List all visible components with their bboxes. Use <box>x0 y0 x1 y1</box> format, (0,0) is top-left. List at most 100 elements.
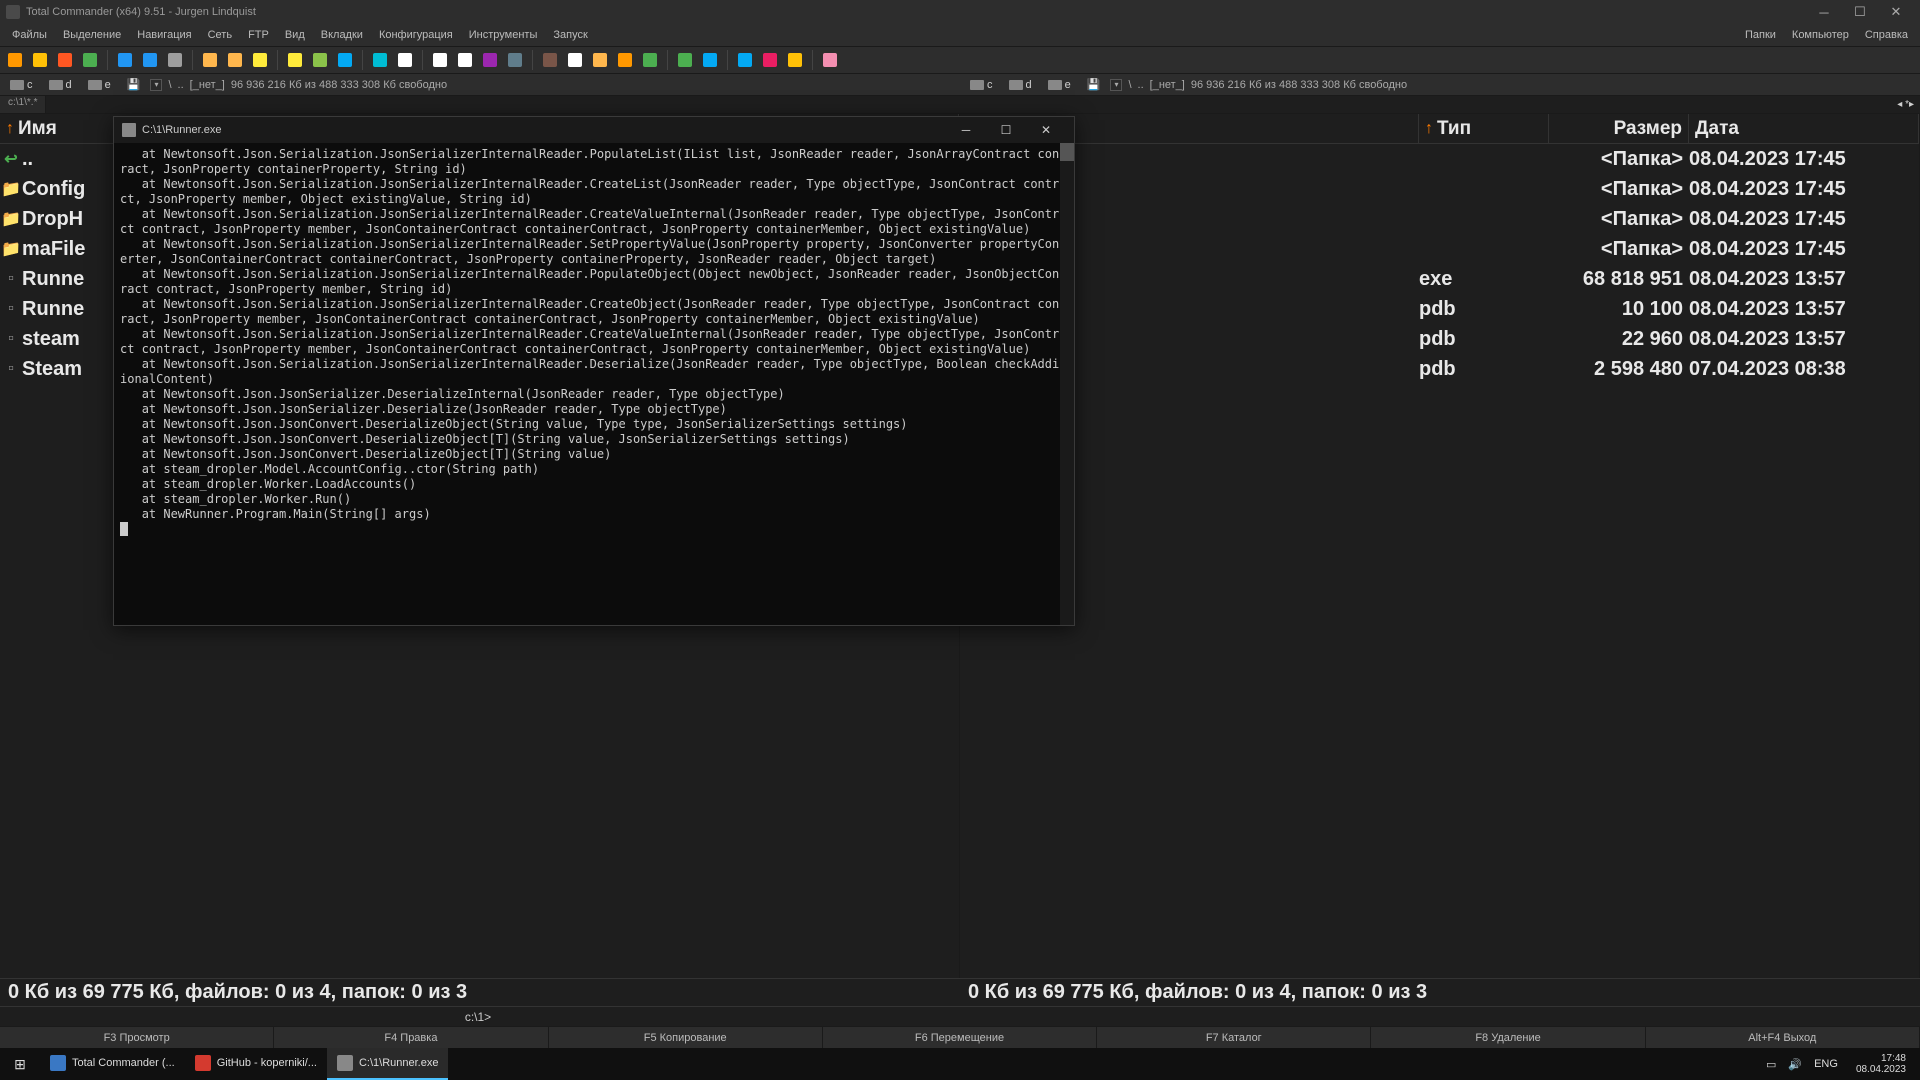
drive-dropdown[interactable]: ▾ <box>1110 79 1122 91</box>
menu-Инструменты[interactable]: Инструменты <box>461 27 546 43</box>
tab-controls[interactable]: ◂ *▸ <box>1891 96 1920 113</box>
status-bar: 0 Кб из 69 775 Кб, файлов: 0 из 4, папок… <box>0 978 1920 1006</box>
scrollbar-thumb[interactable] <box>1060 143 1074 161</box>
fkey[interactable]: Alt+F4 Выход <box>1646 1027 1920 1048</box>
green1-icon[interactable] <box>639 49 661 71</box>
drive-e[interactable]: e <box>1042 78 1077 92</box>
console-icon <box>122 123 136 137</box>
sun2-icon[interactable] <box>29 49 51 71</box>
function-keys: F3 ПросмотрF4 ПравкаF5 КопированиеF6 Пер… <box>0 1026 1920 1048</box>
refresh-icon[interactable] <box>79 49 101 71</box>
drive-d[interactable]: d <box>43 78 78 92</box>
fkey[interactable]: F5 Копирование <box>549 1027 823 1048</box>
taskbar-app[interactable]: GitHub - koperniki/... <box>185 1048 327 1080</box>
back-icon[interactable] <box>114 49 136 71</box>
file-row[interactable]: 📁<Папка>08.04.2023 17:45 <box>960 174 1919 204</box>
menu-FTP[interactable]: FTP <box>240 27 277 43</box>
col-type[interactable]: ↑Тип <box>1419 114 1549 143</box>
star1-icon[interactable] <box>249 49 271 71</box>
custom-icon[interactable] <box>759 49 781 71</box>
menu-Сеть[interactable]: Сеть <box>200 27 240 43</box>
console-close-button[interactable]: ✕ <box>1026 117 1066 143</box>
drive-d[interactable]: d <box>1003 78 1038 92</box>
file-row[interactable]: ▫lroplerpdb22 96008.04.2023 13:57 <box>960 324 1919 354</box>
col-size[interactable]: Размер <box>1549 114 1689 143</box>
file-row[interactable]: ▫exe68 818 95108.04.2023 13:57 <box>960 264 1919 294</box>
win2-icon[interactable] <box>734 49 756 71</box>
console-scrollbar[interactable] <box>1060 143 1074 625</box>
green2-icon[interactable] <box>674 49 696 71</box>
copy-icon[interactable] <box>199 49 221 71</box>
page-icon[interactable] <box>564 49 586 71</box>
drive-c[interactable]: c <box>4 78 39 92</box>
taskbar-app[interactable]: Total Commander (... <box>40 1048 185 1080</box>
tray-lang[interactable]: ENG <box>1814 1058 1838 1070</box>
sun3-icon[interactable] <box>54 49 76 71</box>
cmd-input[interactable] <box>495 1010 1455 1024</box>
menu-Запуск[interactable]: Запуск <box>545 27 595 43</box>
file-row[interactable]: 📁story<Папка>08.04.2023 17:45 <box>960 204 1919 234</box>
sun1-icon[interactable] <box>4 49 26 71</box>
drive-e[interactable]: e <box>82 78 117 92</box>
menu-Выделение[interactable]: Выделение <box>55 27 129 43</box>
drive-dropdown[interactable]: ▾ <box>150 79 162 91</box>
edge-icon[interactable] <box>369 49 391 71</box>
tray-clock[interactable]: 17:48 08.04.2023 <box>1850 1053 1912 1075</box>
doc1-icon[interactable] <box>394 49 416 71</box>
console-body[interactable]: at Newtonsoft.Json.Serialization.JsonSer… <box>114 143 1074 625</box>
ie-icon[interactable] <box>334 49 356 71</box>
file-row[interactable]: 📁<Папка>08.04.2023 17:45 <box>960 234 1919 264</box>
console-maximize-button[interactable]: ☐ <box>986 117 1026 143</box>
fkey[interactable]: F3 Просмотр <box>0 1027 274 1048</box>
tab-left[interactable]: c:\1\*.* <box>0 96 46 113</box>
right-filelist[interactable]: ↩<Папка>08.04.2023 17:45📁<Папка>08.04.20… <box>960 144 1919 978</box>
hand-icon[interactable] <box>784 49 806 71</box>
console-minimize-button[interactable]: ─ <box>946 117 986 143</box>
pencil-icon[interactable] <box>819 49 841 71</box>
run-icon[interactable] <box>309 49 331 71</box>
tray-indicator-icon[interactable]: ▭ <box>1766 1058 1776 1071</box>
taskbar-app[interactable]: C:\1\Runner.exe <box>327 1048 449 1080</box>
box-icon[interactable] <box>539 49 561 71</box>
console-cursor <box>120 522 128 536</box>
command-line: c:\1> <box>0 1006 1920 1026</box>
tray-volume-icon[interactable]: 🔊 <box>1788 1058 1802 1071</box>
menu-Справка[interactable]: Справка <box>1857 27 1916 43</box>
drive-root-icon[interactable]: 💾 <box>1087 78 1101 91</box>
menu-Вкладки[interactable]: Вкладки <box>313 27 371 43</box>
menu-Компьютер[interactable]: Компьютер <box>1784 27 1857 43</box>
col-date[interactable]: Дата <box>1689 114 1919 143</box>
maximize-button[interactable]: ☐ <box>1842 0 1878 24</box>
file-row[interactable]: ↩<Папка>08.04.2023 17:45 <box>960 144 1919 174</box>
forward-icon[interactable] <box>139 49 161 71</box>
file-row[interactable]: ▫it2pdb2 598 48007.04.2023 08:38 <box>960 354 1919 384</box>
drive-root-icon[interactable]: 💾 <box>127 78 141 91</box>
fkey[interactable]: F8 Удаление <box>1371 1027 1645 1048</box>
fkey[interactable]: F6 Перемещение <box>823 1027 1097 1048</box>
menu-Конфигурация[interactable]: Конфигурация <box>371 27 461 43</box>
menu-Файлы[interactable]: Файлы <box>4 27 55 43</box>
fkey[interactable]: F7 Каталог <box>1097 1027 1371 1048</box>
start-button[interactable]: ⊞ <box>0 1048 40 1080</box>
status-left: 0 Кб из 69 775 Кб, файлов: 0 из 4, папок… <box>0 979 960 1006</box>
star2-icon[interactable] <box>284 49 306 71</box>
menu-Папки[interactable]: Папки <box>1737 27 1784 43</box>
layers-icon[interactable] <box>614 49 636 71</box>
close-button[interactable]: ✕ <box>1878 0 1914 24</box>
doc2-icon[interactable] <box>429 49 451 71</box>
fkey[interactable]: F4 Правка <box>274 1027 548 1048</box>
search-icon[interactable] <box>164 49 186 71</box>
doc3-icon[interactable] <box>454 49 476 71</box>
menu-Навигация[interactable]: Навигация <box>129 27 199 43</box>
move-icon[interactable] <box>224 49 246 71</box>
folder-icon[interactable] <box>589 49 611 71</box>
minimize-button[interactable]: ─ <box>1806 0 1842 24</box>
taskbar: ⊞ Total Commander (...GitHub - koperniki… <box>0 1048 1920 1080</box>
grid-icon[interactable] <box>479 49 501 71</box>
right-panel: ↑Тип Размер Дата ↩<Папка>08.04.2023 17:4… <box>960 114 1920 978</box>
menu-Вид[interactable]: Вид <box>277 27 313 43</box>
file-row[interactable]: ▫pdb10 10008.04.2023 13:57 <box>960 294 1919 324</box>
disk-icon[interactable] <box>504 49 526 71</box>
drive-c[interactable]: c <box>964 78 999 92</box>
win1-icon[interactable] <box>699 49 721 71</box>
